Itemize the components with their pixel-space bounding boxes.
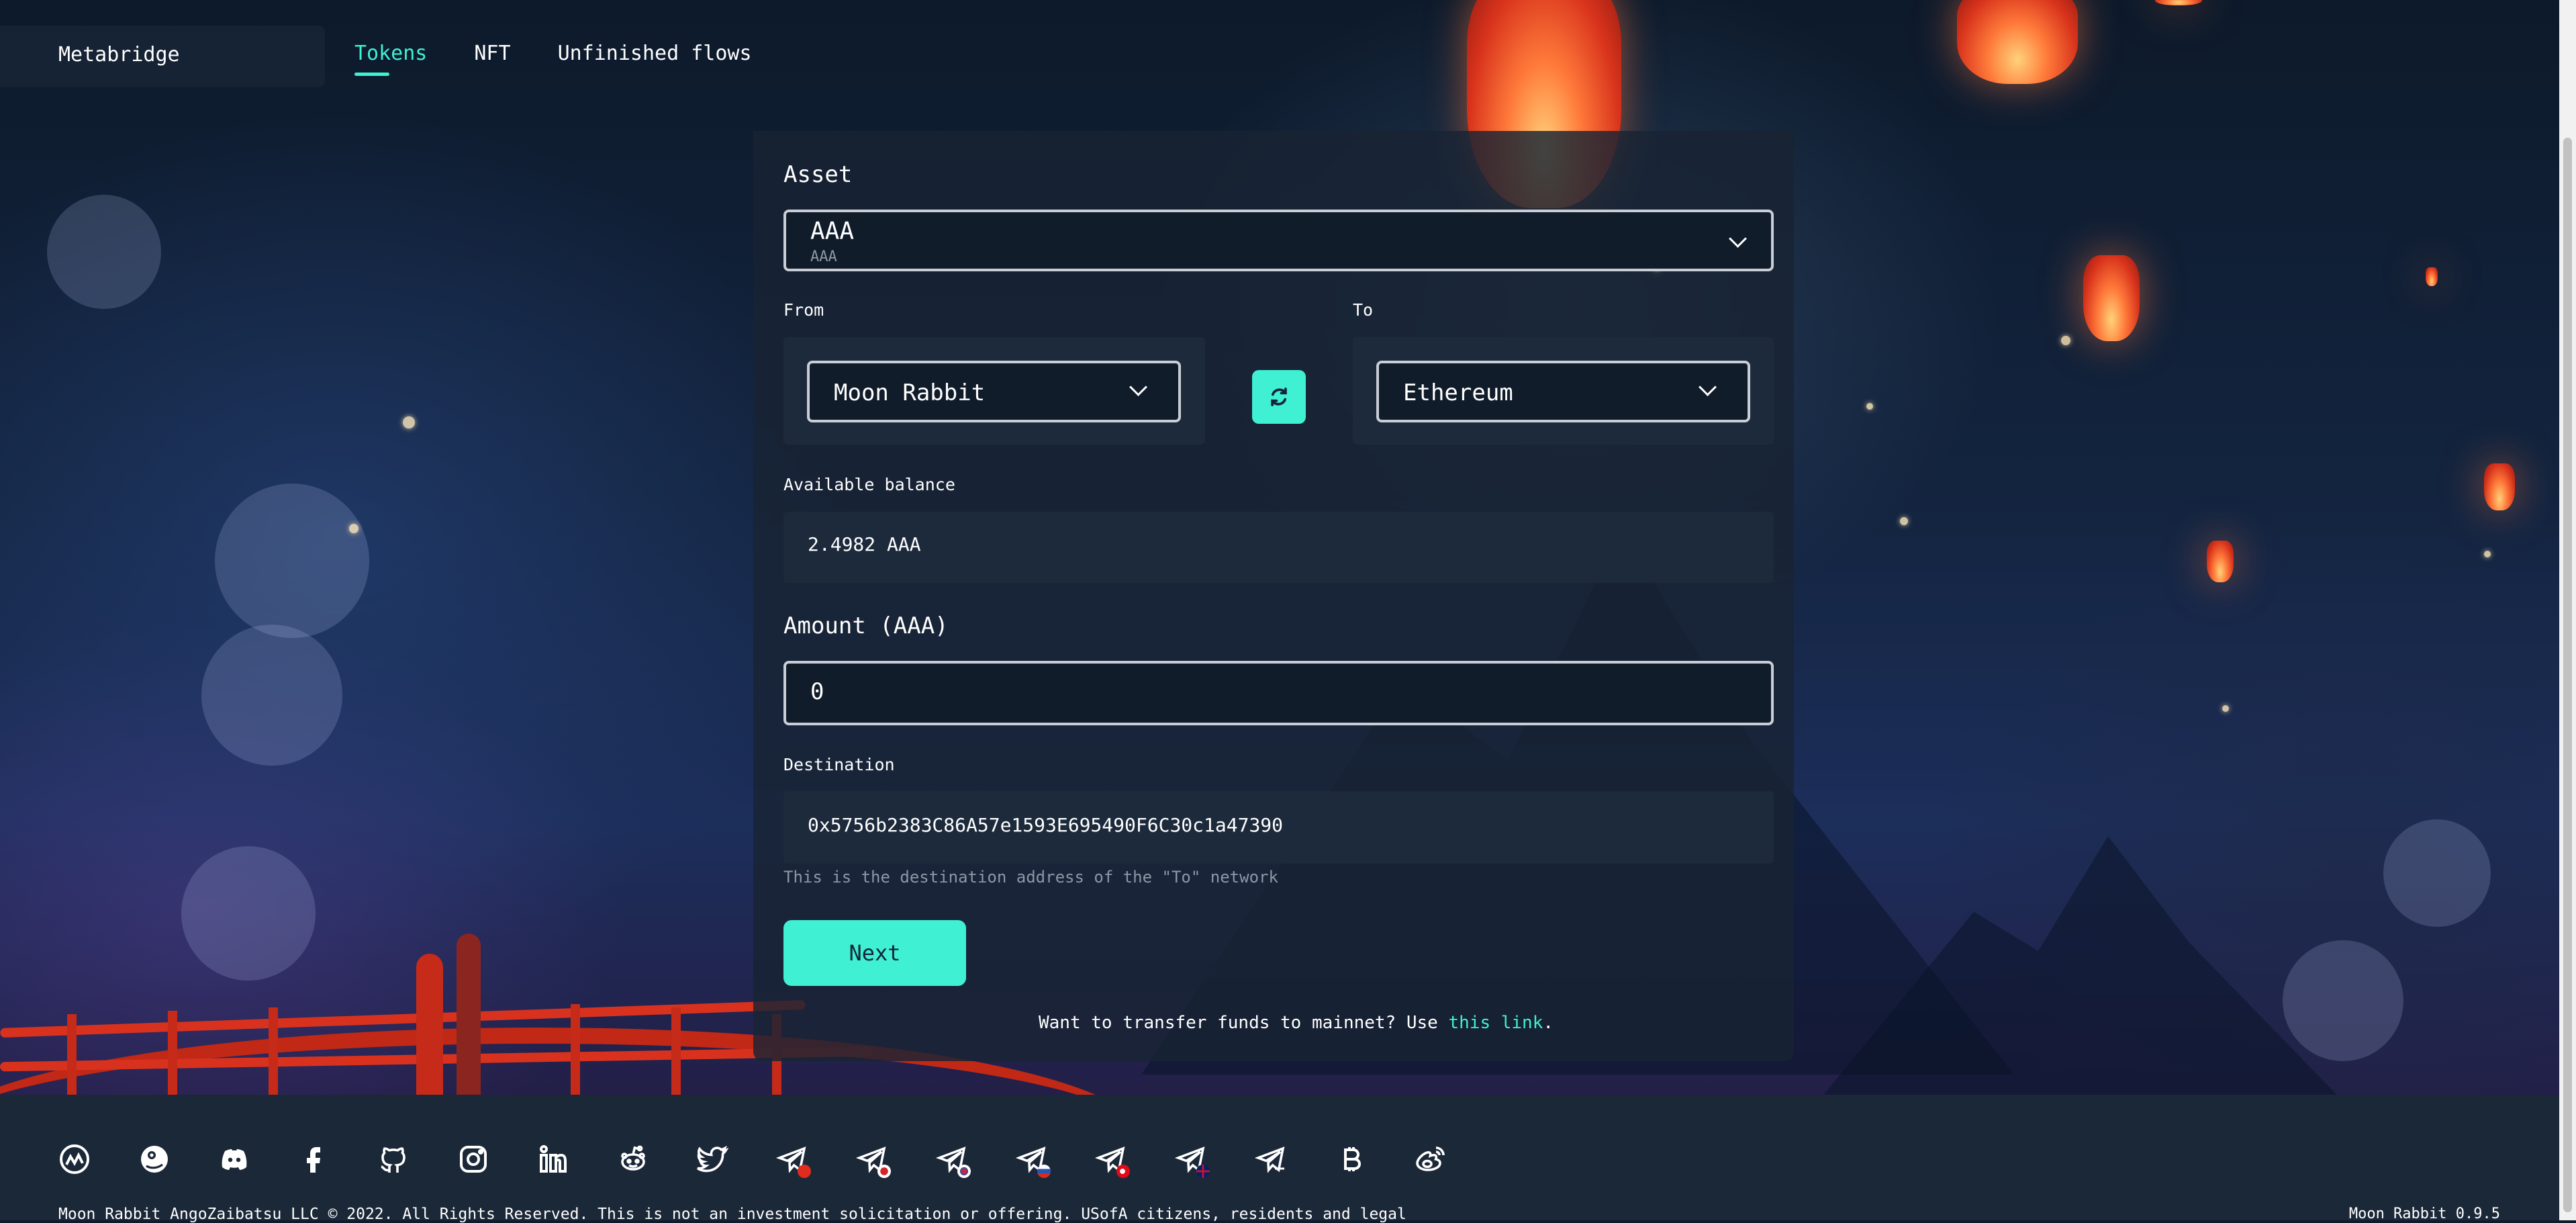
telegram-kr-icon[interactable] (935, 1142, 971, 1178)
spark (2222, 705, 2229, 712)
destination-help-text: This is the destination address of the "… (783, 868, 1278, 887)
available-balance-label: Available balance (783, 475, 955, 494)
available-balance-field: 2.4982 AAA (783, 512, 1774, 583)
linkedin-icon[interactable] (536, 1142, 571, 1177)
asset-label: Asset (783, 161, 853, 188)
chevron-down-icon (1699, 378, 1717, 396)
top-navigation: Metabridge Tokens NFT Unfinished flows (0, 0, 2559, 113)
brand-name: Metabridge (58, 43, 180, 66)
bokeh-orb (201, 625, 342, 766)
from-network-value: Moon Rabbit (834, 379, 986, 406)
asset-select-value: AAA (810, 218, 855, 245)
telegram-ru-icon[interactable] (1014, 1142, 1051, 1178)
telegram-tr-icon[interactable] (1094, 1142, 1131, 1178)
telegram-news-icon[interactable] (1253, 1142, 1288, 1177)
sky-lantern (2207, 541, 2234, 582)
telegram-cn-icon[interactable] (775, 1142, 812, 1178)
destination-label: Destination (783, 755, 895, 774)
to-network-select[interactable]: Ethereum (1376, 361, 1750, 422)
social-links (57, 1142, 1492, 1178)
tab-nft[interactable]: NFT (474, 42, 510, 76)
china-flag-icon (798, 1165, 812, 1178)
bokeh-orb (2383, 819, 2491, 927)
bokeh-orb (2283, 940, 2403, 1061)
from-network-select[interactable]: Moon Rabbit (807, 361, 1181, 422)
available-balance-value: 2.4982 AAA (808, 533, 921, 555)
amount-input[interactable]: 0 (783, 661, 1774, 725)
amount-label: Amount (AAA) (783, 613, 949, 639)
app-version: Moon Rabbit 0.9.5 (2348, 1206, 2500, 1222)
sky-lantern (2083, 255, 2140, 341)
mainnet-notice: Want to transfer funds to mainnet? Use t… (1039, 1013, 1554, 1033)
mainnet-notice-text: Want to transfer funds to mainnet? Use (1039, 1013, 1449, 1033)
uk-flag-icon (1196, 1165, 1210, 1178)
sky-lantern (2426, 267, 2438, 286)
discord-icon[interactable] (217, 1142, 252, 1177)
brand-logo[interactable]: Metabridge (0, 26, 325, 87)
spark (2484, 551, 2491, 557)
chevron-down-icon (1129, 378, 1147, 396)
turkey-flag-icon (1116, 1165, 1131, 1178)
telegram-uk-icon[interactable] (1174, 1142, 1210, 1178)
spark (1900, 517, 1908, 525)
weibo-icon[interactable] (1413, 1142, 1448, 1177)
tab-tokens[interactable]: Tokens (354, 42, 427, 76)
coingecko-icon[interactable] (137, 1142, 172, 1177)
spark (403, 416, 415, 428)
destination-address-field[interactable]: 0x5756b2383C86A57e1593E695490F6C30c1a473… (783, 791, 1774, 864)
to-network-value: Ethereum (1403, 379, 1513, 406)
nav-tabs: Tokens NFT Unfinished flows (354, 42, 799, 76)
spark (349, 524, 359, 533)
bitcoin-icon[interactable] (1333, 1142, 1368, 1177)
russia-flag-icon (1037, 1165, 1051, 1178)
from-label: From (783, 300, 824, 320)
github-icon[interactable] (376, 1142, 411, 1177)
scrollbar-thumb[interactable] (2563, 138, 2572, 1212)
spark (2061, 336, 2070, 345)
asset-select[interactable]: AAA AAA (783, 210, 1774, 271)
reddit-icon[interactable] (616, 1142, 651, 1177)
mainnet-link[interactable]: this link (1448, 1013, 1543, 1033)
bokeh-orb (215, 484, 369, 638)
tab-unfinished-flows[interactable]: Unfinished flows (558, 42, 752, 76)
swap-icon (1271, 388, 1287, 406)
instagram-icon[interactable] (456, 1142, 491, 1177)
coinmarketcap-icon[interactable] (57, 1142, 92, 1177)
next-button[interactable]: Next (783, 920, 966, 986)
spark (1866, 403, 1873, 410)
japan-flag-icon (877, 1165, 891, 1178)
korea-flag-icon (957, 1165, 971, 1178)
copyright-text: Moon Rabbit AngoZaibatsu LLC © 2022. All… (58, 1206, 1406, 1223)
sky-lantern (2484, 463, 2515, 510)
destination-address-value: 0x5756b2383C86A57e1593E695490F6C30c1a473… (808, 814, 1284, 836)
telegram-jp-icon[interactable] (855, 1142, 891, 1178)
swap-networks-button[interactable] (1252, 370, 1306, 424)
bokeh-orb (47, 195, 161, 309)
amount-input-value: 0 (810, 678, 824, 705)
page-scrollbar[interactable] (2559, 0, 2576, 1220)
to-label: To (1353, 300, 1374, 320)
mainnet-notice-suffix: . (1543, 1013, 1554, 1033)
asset-select-subvalue: AAA (810, 248, 837, 265)
facebook-icon[interactable] (296, 1142, 331, 1177)
chevron-down-icon (1729, 230, 1747, 248)
twitter-icon[interactable] (695, 1142, 730, 1177)
